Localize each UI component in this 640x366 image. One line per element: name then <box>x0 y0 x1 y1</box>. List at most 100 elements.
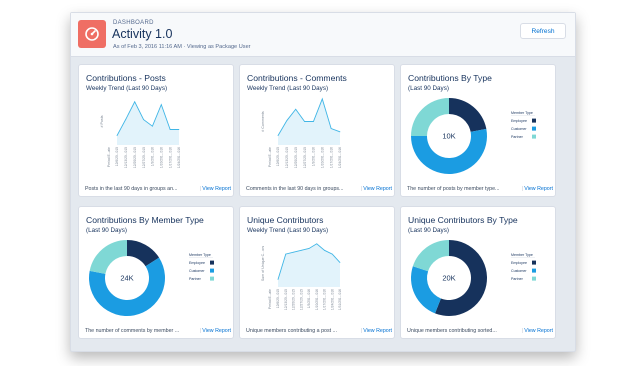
card-description: Comments in the last 90 days in groups..… <box>246 185 344 192</box>
x-tick-label: 1/10/201...016 <box>320 147 324 168</box>
legend-swatch <box>210 276 214 281</box>
card-contributions-comments: Contributions - Comments Weekly Trend (L… <box>239 64 395 197</box>
x-tick-label: 1/31/201...016 <box>338 289 342 310</box>
card-title: Contributions - Comments <box>247 73 347 83</box>
card-footer: The number of posts by member type... | … <box>407 184 553 193</box>
x-tick-label: 12/6/20...015 <box>115 147 119 166</box>
legend-label: Employee <box>511 119 527 123</box>
view-report-link[interactable]: View Report <box>202 328 231 334</box>
data-point <box>125 118 127 120</box>
posts-area-chart: # Posts Period E...ate 12/6/20...015 12/13/… <box>100 100 181 168</box>
footer-separator: | <box>521 327 524 334</box>
card-footer: Comments in the last 90 days in groups..… <box>246 184 392 193</box>
card-contributions-by-type: Contributions By Type (Last 90 Days) 10K… <box>400 64 556 197</box>
comments-area-chart: # Comments Period E...ate 12/6/20...015 12/… <box>261 97 342 168</box>
legend-title: Member Type <box>189 253 211 257</box>
x-tick-label: 12/27/20...015 <box>142 147 146 168</box>
unique-type-donut-chart: 20K Member Type Employee Customer Partner <box>411 240 536 316</box>
x-tick-label: 1/24/201...016 <box>330 289 334 310</box>
x-axis-label: Period E...ate <box>268 289 272 309</box>
x-tick-label: 12/13/20...015 <box>285 147 289 168</box>
header-eyebrow: DASHBOARD <box>113 20 154 26</box>
card-title: Contributions - Posts <box>86 73 166 83</box>
pie-slice <box>449 98 487 132</box>
x-tick-label: 1/3/201...016 <box>151 147 155 166</box>
card-title: Unique Contributors By Type <box>408 215 518 225</box>
data-point <box>339 262 341 263</box>
card-description: The number of comments by member ... <box>85 327 180 334</box>
pie-slice <box>411 98 449 136</box>
legend-swatch <box>532 276 536 281</box>
x-tick-label: 12/27/20...015 <box>299 289 303 310</box>
donut-center-value: 24K <box>120 274 133 283</box>
data-point <box>300 249 302 251</box>
view-report-link[interactable]: View Report <box>363 328 392 334</box>
area-fill <box>278 98 340 145</box>
data-point <box>277 135 279 136</box>
legend-swatch <box>210 268 214 273</box>
legend-label: Partner <box>511 277 524 281</box>
card-description: The number of posts by member type... <box>407 185 500 192</box>
card-subtitle: Weekly Trend (Last 90 Days) <box>86 85 168 92</box>
legend-swatch <box>532 134 536 139</box>
card-description: Unique members contributing a post ... <box>246 327 337 334</box>
data-point <box>304 121 305 122</box>
legend-label: Partner <box>511 135 524 139</box>
view-report-link[interactable]: View Report <box>524 186 553 192</box>
data-point <box>286 120 288 121</box>
x-tick-label: 1/24/201...016 <box>177 147 181 168</box>
legend-label: Customer <box>511 127 527 131</box>
view-report-link[interactable]: View Report <box>524 328 553 334</box>
header-subtitle: As of Feb 3, 2016 11:16 AM · Viewing as … <box>113 44 251 50</box>
data-point <box>160 104 162 105</box>
data-point <box>116 135 118 136</box>
legend-title: Member Type <box>511 253 533 257</box>
unique-contributors-area-chart: Sum of Unique C...ors Period E...ate 12/6/… <box>261 243 342 310</box>
card-description: Unique members contributing sorted... <box>407 327 497 334</box>
legend-swatch <box>532 126 536 131</box>
footer-separator: | <box>199 185 202 192</box>
area-fill <box>278 243 340 287</box>
data-point <box>339 131 341 133</box>
y-axis-label: # Comments <box>261 111 265 132</box>
card-subtitle: Weekly Trend (Last 90 Days) <box>247 85 329 92</box>
pie-slice <box>89 240 127 274</box>
donut-center-value: 10K <box>442 132 455 141</box>
card-footer: Posts in the last 90 days in groups an..… <box>85 184 231 193</box>
x-tick-label: 1/3/201...016 <box>312 147 316 166</box>
x-tick-label: 1/17/201...016 <box>168 147 172 168</box>
footer-separator: | <box>199 327 202 334</box>
donut-center-value: 20K <box>442 274 455 283</box>
card-subtitle: Weekly Trend (Last 90 Days) <box>247 227 329 234</box>
card-title: Unique Contributors <box>247 215 324 225</box>
data-point <box>324 249 325 251</box>
x-tick-label: 12/6/20...015 <box>276 289 280 308</box>
data-point <box>313 121 314 122</box>
y-axis-label: Sum of Unique C...ors <box>261 246 265 282</box>
card-title: Contributions By Member Type <box>86 215 204 225</box>
refresh-button[interactable]: Refresh <box>520 23 566 39</box>
x-tick-label: 12/20/20...015 <box>294 147 298 168</box>
legend-title: Member Type <box>511 111 533 115</box>
data-point <box>169 129 171 130</box>
x-tick-label: 12/13/20...015 <box>124 147 128 168</box>
view-report-link[interactable]: View Report <box>202 186 231 192</box>
card-subtitle: (Last 90 Days) <box>86 227 127 234</box>
card-unique-contributors-by-type: Unique Contributors By Type (Last 90 Day… <box>400 206 556 339</box>
legend-label: Partner <box>189 277 202 281</box>
card-contributions-posts: Contributions - Posts Weekly Trend (Last… <box>78 64 234 197</box>
data-point <box>321 98 323 100</box>
card-footer: Unique members contributing sorted... | … <box>407 326 553 335</box>
data-point <box>285 253 287 255</box>
x-tick-label: 12/20/20...015 <box>292 289 296 310</box>
x-axis-label: Period E...ate <box>268 147 272 167</box>
legend-swatch <box>210 260 214 265</box>
page-title: Activity 1.0 <box>112 27 173 41</box>
x-tick-label: 1/17/201...016 <box>323 289 327 310</box>
data-point <box>143 119 144 120</box>
footer-separator: | <box>360 327 363 334</box>
data-point <box>134 101 136 103</box>
view-report-link[interactable]: View Report <box>363 186 392 192</box>
x-tick-label: 1/10/201...016 <box>315 289 319 310</box>
card-title: Contributions By Type <box>408 73 492 83</box>
